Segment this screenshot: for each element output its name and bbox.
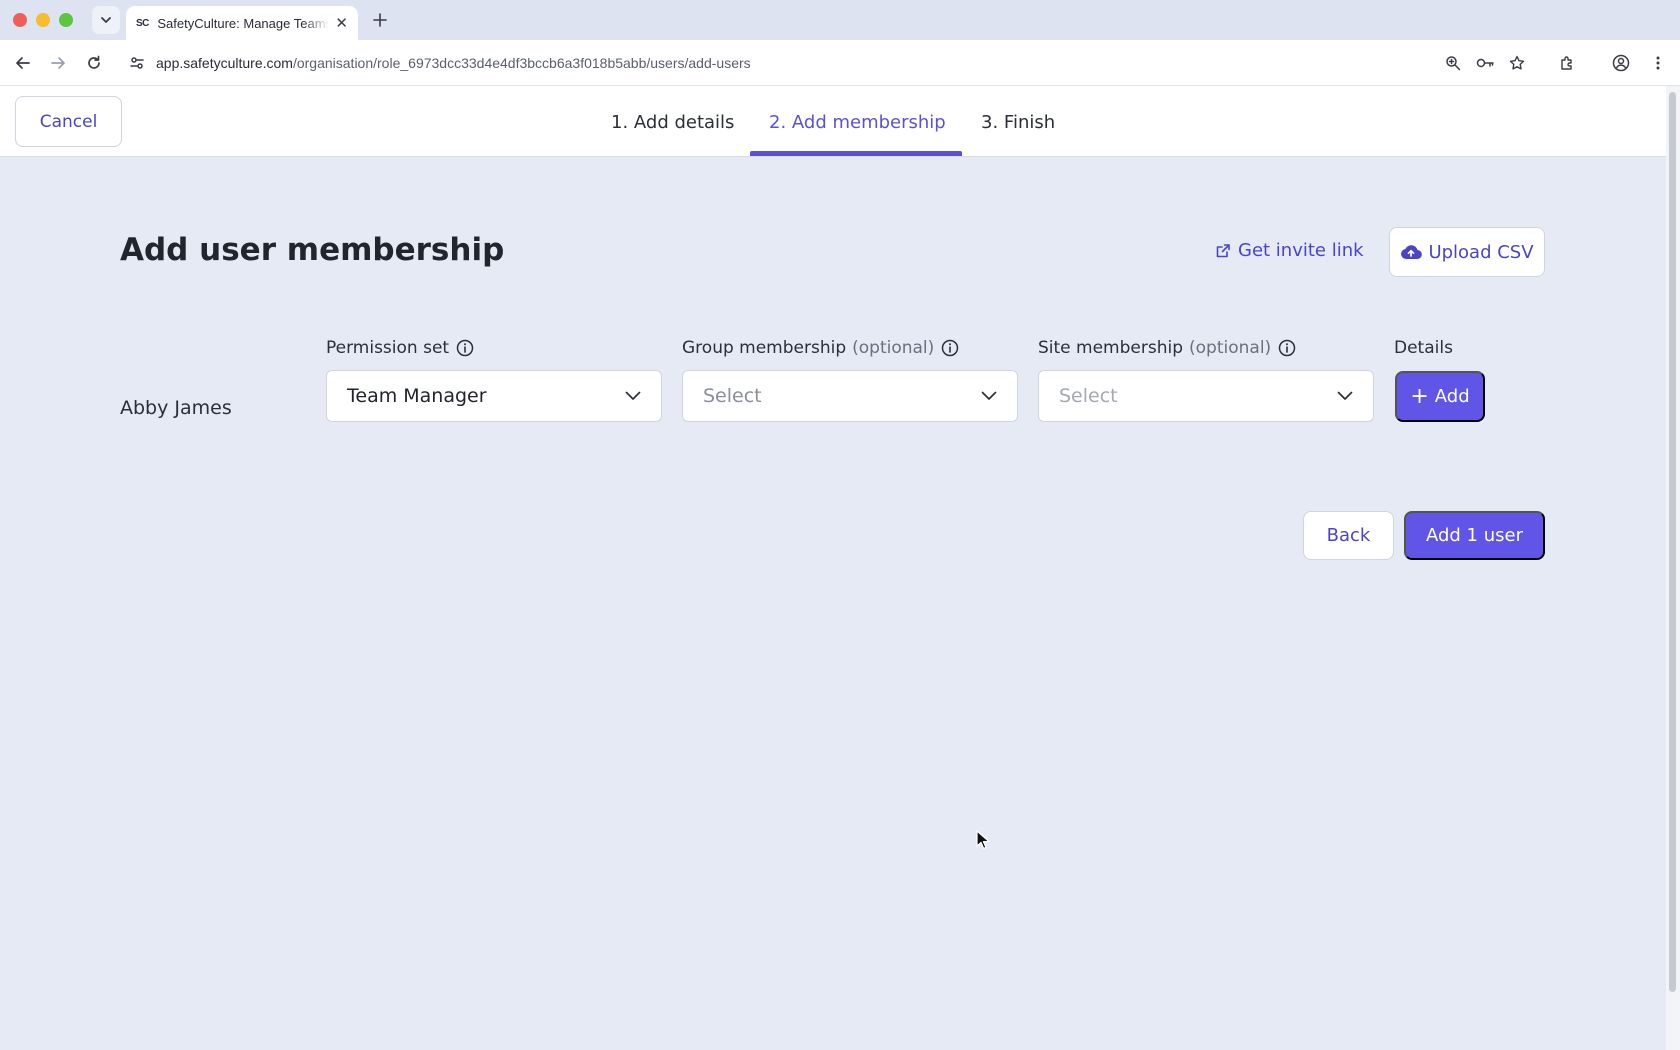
group-membership-select[interactable]: Select <box>682 370 1018 422</box>
plus-icon: + <box>1410 383 1429 409</box>
zoom-icon[interactable] <box>1442 52 1464 74</box>
tab-list-button[interactable] <box>92 6 120 34</box>
info-icon[interactable] <box>941 339 959 357</box>
scrollbar-thumb[interactable] <box>1669 92 1676 992</box>
add-details-label: Add <box>1434 386 1470 407</box>
browser-tab-bar: SC SafetyCulture: Manage Teams ✕ <box>0 0 1680 40</box>
back-nav-button[interactable] <box>12 52 34 74</box>
get-invite-link-label: Get invite link <box>1238 240 1364 261</box>
site-membership-select[interactable]: Select <box>1038 370 1374 422</box>
bookmark-star-icon[interactable] <box>1506 52 1528 74</box>
permission-set-label-text: Permission set <box>326 338 450 358</box>
info-icon[interactable] <box>1278 339 1296 357</box>
tab-title: SafetyCulture: Manage Teams <box>157 15 330 31</box>
add-details-button[interactable]: + Add <box>1395 371 1485 422</box>
site-info-icon[interactable] <box>122 48 152 78</box>
browser-menu-icon[interactable] <box>1647 52 1669 74</box>
site-membership-placeholder: Select <box>1059 385 1118 407</box>
wizard-header: Cancel 1. Add details 2. Add membership … <box>0 86 1666 157</box>
add-users-submit-button[interactable]: Add 1 user <box>1404 511 1545 560</box>
back-button[interactable]: Back <box>1303 511 1394 560</box>
group-membership-placeholder: Select <box>703 385 762 407</box>
active-step-indicator <box>750 151 962 156</box>
forward-nav-button[interactable] <box>47 52 69 74</box>
url-host: app.safetyculture.com <box>156 55 293 71</box>
arrow-left-icon <box>16 57 30 69</box>
step-add-details[interactable]: 1. Add details <box>611 112 734 133</box>
browser-tab-active[interactable]: SC SafetyCulture: Manage Teams ✕ <box>126 6 358 40</box>
info-icon[interactable] <box>456 339 474 357</box>
upload-csv-label: Upload CSV <box>1428 241 1534 263</box>
optional-suffix: (optional) <box>1189 338 1272 358</box>
chevron-down-icon <box>1337 391 1353 401</box>
user-name: Abby James <box>120 397 232 419</box>
new-tab-button[interactable] <box>368 8 392 32</box>
permission-set-select[interactable]: Team Manager <box>326 370 662 422</box>
reload-icon <box>88 55 100 69</box>
chevron-down-icon <box>625 391 641 401</box>
group-membership-label: Group membership (optional) <box>682 338 959 358</box>
tab-close-icon[interactable]: ✕ <box>335 16 348 31</box>
group-membership-label-text: Group membership <box>682 338 847 358</box>
window-minimize-button[interactable] <box>36 13 50 27</box>
external-link-icon <box>1215 243 1231 259</box>
site-membership-label-text: Site membership <box>1038 338 1184 358</box>
url-text: app.safetyculture.com/organisation/role_… <box>156 55 751 71</box>
url-path: /organisation/role_6973dcc33d4e4df3bccb6… <box>292 55 751 71</box>
optional-suffix: (optional) <box>852 338 935 358</box>
plus-icon <box>373 13 387 27</box>
details-label: Details <box>1394 338 1453 358</box>
permission-set-value: Team Manager <box>347 385 487 407</box>
step-finish[interactable]: 3. Finish <box>981 112 1055 133</box>
password-key-icon[interactable] <box>1474 52 1496 74</box>
arrow-right-icon <box>51 57 65 69</box>
browser-toolbar: app.safetyculture.com/organisation/role_… <box>0 40 1680 86</box>
mouse-cursor-icon <box>976 830 990 855</box>
address-bar[interactable]: app.safetyculture.com/organisation/role_… <box>122 46 1534 80</box>
wizard-steps: 1. Add details 2. Add membership 3. Fini… <box>0 86 1666 157</box>
chevron-down-icon <box>101 17 111 23</box>
window-maximize-button[interactable] <box>59 13 73 27</box>
chevron-down-icon <box>981 391 997 401</box>
step-add-membership[interactable]: 2. Add membership <box>769 112 946 133</box>
reload-button[interactable] <box>83 52 105 74</box>
safetyculture-favicon-icon: SC <box>136 17 149 29</box>
page-title: Add user membership <box>120 232 505 268</box>
extensions-puzzle-icon[interactable] <box>1556 52 1578 74</box>
cloud-upload-icon <box>1400 244 1423 260</box>
permission-set-label: Permission set <box>326 338 474 358</box>
window-close-button[interactable] <box>13 13 27 27</box>
get-invite-link[interactable]: Get invite link <box>1215 240 1364 261</box>
profile-avatar-icon[interactable] <box>1610 52 1632 74</box>
site-membership-label: Site membership (optional) <box>1038 338 1296 358</box>
upload-csv-button[interactable]: Upload CSV <box>1389 227 1545 277</box>
